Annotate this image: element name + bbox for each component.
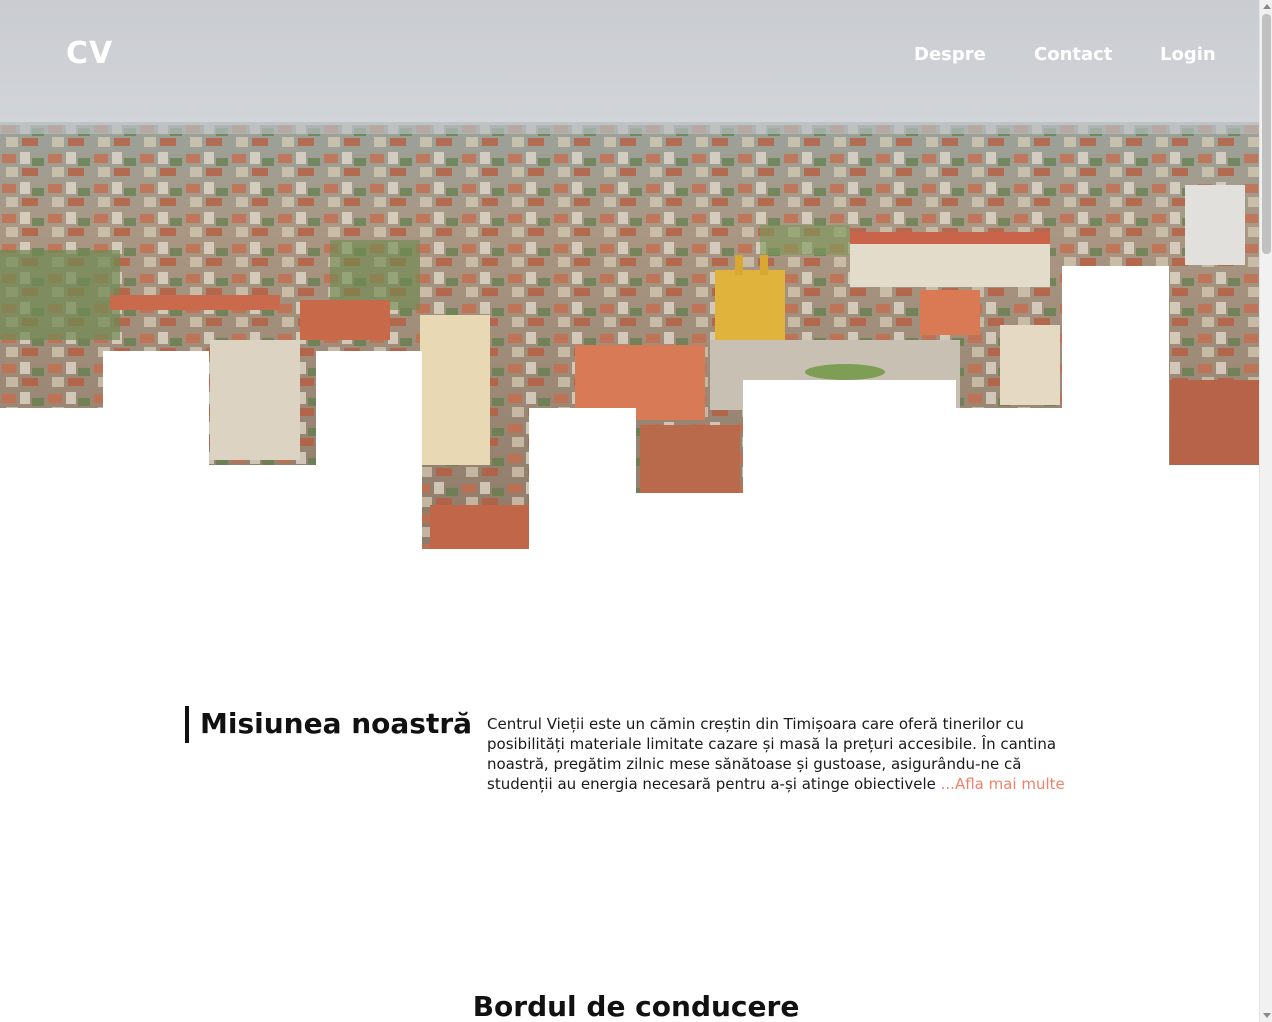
nav-link-despre[interactable]: Despre: [914, 44, 986, 65]
mission-title: Misiunea noastră: [200, 707, 473, 740]
mission-text: Centrul Vieții este un cămin creștin din…: [487, 714, 1087, 794]
scroll-thumb[interactable]: [1262, 14, 1271, 254]
board-title: Bordul de conducere: [472, 990, 800, 1022]
scroll-down-arrow-icon[interactable]: [1263, 1013, 1271, 1018]
nav-link-contact[interactable]: Contact: [1034, 44, 1112, 65]
mission-title-accent-bar: [185, 706, 189, 743]
scroll-up-arrow-icon[interactable]: [1263, 4, 1271, 9]
read-more-link[interactable]: ...Afla mai multe: [936, 775, 1065, 793]
logo[interactable]: CV: [66, 36, 113, 71]
hero-image: CV Despre Contact Login: [0, 0, 1259, 550]
city-panorama: [0, 0, 1259, 549]
vertical-scrollbar[interactable]: [1259, 0, 1272, 1022]
nav-link-login[interactable]: Login: [1160, 44, 1216, 65]
page: CV Despre Contact Login Misiunea noastră…: [0, 0, 1259, 1022]
